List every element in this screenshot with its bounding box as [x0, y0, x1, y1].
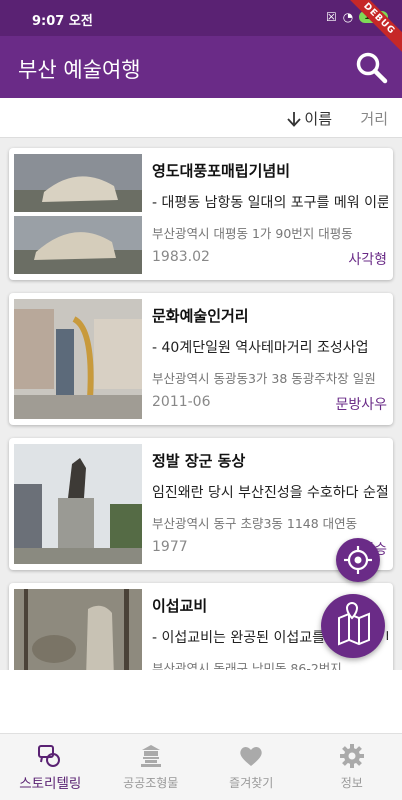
app-bar: 부산 예술여행 [0, 36, 402, 98]
card-address: 부산광역시 대평동 1가 90번지 대평동 [152, 226, 353, 241]
list-footer-space [0, 670, 402, 733]
card-address: 부산광역시 동구 초량3동 1148 대연동 [152, 516, 358, 531]
card-author: 문방사우 [335, 397, 387, 413]
card-description: - 대평동 남항동 일대의 포구를 메워 이룬 매립지를 기념하는 비석 [152, 195, 388, 211]
notification-icon: ☒ [325, 10, 337, 24]
card-address: 부산광역시 동래구 낙민동 86-2번지 [152, 661, 342, 670]
nav-tab-info[interactable]: 정보 [302, 734, 402, 800]
heart-icon [240, 747, 262, 766]
search-icon [356, 52, 388, 84]
wifi-icon: ◔ [342, 10, 354, 24]
gear-icon [339, 744, 364, 768]
card-description: 임진왜란 당시 부산진성을 수호하다 순절 [152, 485, 388, 501]
crosshair-icon [344, 546, 372, 574]
list-item[interactable]: 문화예술인거리 - 40계단일원 역사테마거리 조성사업 부산광역시 동광동3가… [9, 293, 393, 425]
card-title: 영도대풍포매립기념비 [152, 162, 291, 180]
card-year: 2011-06 [152, 394, 211, 410]
nav-label: 공공조형물 [123, 776, 179, 790]
sort-by-name-label: 이름 [304, 110, 332, 128]
list-item[interactable]: 영도대풍포매립기념비 - 대평동 남항동 일대의 포구를 메워 이룬 매립지를 … [9, 148, 393, 280]
artwork-thumbnail [14, 299, 142, 419]
arrow-down-icon [287, 111, 302, 127]
card-author: 사각형 [348, 252, 387, 268]
storytelling-icon [38, 745, 61, 767]
artwork-list[interactable]: 영도대풍포매립기념비 - 대평동 남항동 일대의 포구를 메워 이룬 매립지를 … [0, 138, 402, 670]
card-year: 1983.02 [152, 249, 210, 265]
nav-label: 스토리텔링 [19, 776, 82, 792]
nav-label: 정보 [340, 776, 363, 790]
nav-tab-public-sculpture[interactable]: 공공조형물 [101, 734, 202, 800]
search-button[interactable] [354, 50, 388, 84]
status-bar: 9:07 오전 ☒ ◔ 100 [0, 0, 402, 36]
artwork-thumbnail [14, 589, 142, 670]
map-view-button[interactable] [321, 594, 385, 658]
app-title: 부산 예술여행 [18, 58, 141, 82]
public-sculpture-icon [140, 745, 161, 767]
status-time: 9:07 오전 [32, 14, 93, 29]
map-icon [338, 602, 370, 646]
nav-tab-favorites[interactable]: 즐겨찾기 [201, 734, 302, 800]
card-address: 부산광역시 동광동3가 38 동광주차장 일원 [152, 371, 376, 386]
card-year: 1977 [152, 539, 188, 555]
bottom-navigation: 스토리텔링 공공조형물 즐겨찾기 정보 [0, 733, 402, 800]
sort-by-distance-button[interactable]: 거리 [360, 108, 388, 129]
sort-bar: 이름 거리 [0, 98, 402, 138]
artwork-thumbnail [14, 444, 142, 564]
sort-by-name-button[interactable]: 이름 [286, 108, 332, 129]
nav-tab-storytelling[interactable]: 스토리텔링 [0, 734, 101, 800]
nav-label: 즐겨찾기 [229, 776, 274, 790]
card-title: 정발 장군 동상 [152, 452, 246, 470]
artwork-thumbnail [14, 154, 142, 274]
my-location-button[interactable] [336, 538, 380, 582]
card-description: - 40계단일원 역사테마거리 조성사업 [152, 340, 369, 356]
card-title: 문화예술인거리 [152, 307, 249, 325]
